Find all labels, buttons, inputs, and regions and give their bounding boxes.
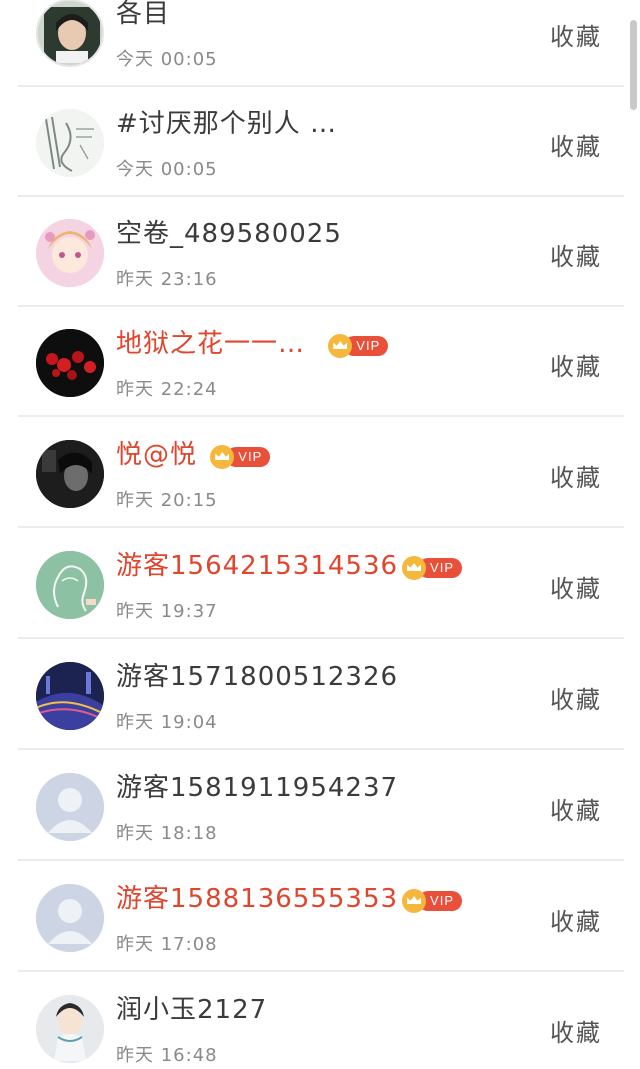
avatar[interactable] xyxy=(36,662,104,730)
default-avatar-icon xyxy=(36,884,104,952)
avatar[interactable] xyxy=(36,329,104,397)
timestamp: 昨天 18:18 xyxy=(116,823,218,844)
list-item[interactable]: 各目 今天 00:05 收藏 xyxy=(18,0,624,87)
avatar[interactable] xyxy=(36,995,104,1063)
timestamp: 昨天 16:48 xyxy=(116,1045,218,1066)
avatar-image xyxy=(38,1,102,65)
avatar-image xyxy=(36,995,104,1063)
timestamp: 昨天 23:16 xyxy=(116,269,218,290)
default-avatar-icon xyxy=(36,773,104,841)
list-item[interactable]: 游客1581911954237 昨天 18:18 收藏 xyxy=(18,751,624,861)
scrollbar[interactable] xyxy=(630,20,637,110)
list-item[interactable]: 游客1588136555353 VIP 昨天 17:08 收藏 xyxy=(18,862,624,972)
favorite-button[interactable]: 收藏 xyxy=(550,1013,602,1048)
timestamp: 昨天 17:08 xyxy=(116,934,218,955)
crown-icon xyxy=(402,556,427,580)
avatar[interactable] xyxy=(36,773,104,841)
list-item[interactable]: 游客1564215314536 VIP 昨天 19:37 收藏 xyxy=(18,529,624,639)
avatar[interactable] xyxy=(36,884,104,952)
list-item[interactable]: 润小玉2127 昨天 16:48 收藏 xyxy=(18,973,624,1069)
crown-icon xyxy=(402,889,427,913)
vip-badge: VIP xyxy=(402,553,463,580)
favorite-button[interactable]: 收藏 xyxy=(550,17,602,52)
list-item[interactable]: 悦@悦 VIP 昨天 20:15 收藏 xyxy=(18,418,624,528)
list-item[interactable]: #讨厌那个别人 … 今天 00:05 收藏 xyxy=(18,87,624,197)
favorites-list: 各目 今天 00:05 收藏 #讨厌那个别人 … 今天 00:05 收藏 空卷_… xyxy=(0,0,640,1069)
user-name: 游客1564215314536 VIP xyxy=(116,551,463,581)
timestamp: 昨天 19:04 xyxy=(116,712,218,733)
avatar-image xyxy=(36,109,104,177)
avatar-image xyxy=(36,329,104,397)
vip-badge: VIP xyxy=(328,331,389,358)
user-name: 游客1588136555353 VIP xyxy=(116,884,463,914)
avatar[interactable] xyxy=(36,0,104,67)
avatar-image xyxy=(36,662,104,730)
vip-badge: VIP xyxy=(210,442,271,469)
avatar[interactable] xyxy=(36,551,104,619)
avatar-image xyxy=(36,551,104,619)
user-name: 空卷_489580025 xyxy=(116,219,342,249)
favorite-button[interactable]: 收藏 xyxy=(550,680,602,715)
favorite-button[interactable]: 收藏 xyxy=(550,237,602,272)
user-name: #讨厌那个别人 … xyxy=(116,109,338,139)
user-name: 游客1571800512326 xyxy=(116,662,399,692)
timestamp: 今天 00:05 xyxy=(116,159,218,180)
avatar-image xyxy=(36,440,104,508)
avatar[interactable] xyxy=(36,109,104,177)
user-name-text: 悦@悦 xyxy=(116,440,198,470)
timestamp: 昨天 20:15 xyxy=(116,490,218,511)
user-name: 各目 xyxy=(116,0,171,29)
favorite-button[interactable]: 收藏 xyxy=(550,458,602,493)
user-name: 润小玉2127 xyxy=(116,995,268,1025)
timestamp: 今天 00:05 xyxy=(116,49,218,70)
user-name: 游客1581911954237 xyxy=(116,773,399,803)
timestamp: 昨天 22:24 xyxy=(116,379,218,400)
favorite-button[interactable]: 收藏 xyxy=(550,127,602,162)
list-item[interactable]: 游客1571800512326 昨天 19:04 收藏 xyxy=(18,640,624,750)
user-name-text: 游客1588136555353 xyxy=(116,884,399,914)
favorite-button[interactable]: 收藏 xyxy=(550,347,602,382)
favorite-button[interactable]: 收藏 xyxy=(550,569,602,604)
favorite-button[interactable]: 收藏 xyxy=(550,902,602,937)
user-name-text: 游客1564215314536 xyxy=(116,551,399,581)
list-item[interactable]: 地狱之花一一… VIP 昨天 22:24 收藏 xyxy=(18,307,624,417)
list-item[interactable]: 空卷_489580025 昨天 23:16 收藏 xyxy=(18,197,624,307)
timestamp: 昨天 19:37 xyxy=(116,601,218,622)
user-name: 悦@悦 VIP xyxy=(116,440,271,470)
avatar[interactable] xyxy=(36,440,104,508)
avatar[interactable] xyxy=(36,219,104,287)
favorite-button[interactable]: 收藏 xyxy=(550,791,602,826)
user-name-text: 地狱之花一一… xyxy=(116,329,306,359)
vip-badge: VIP xyxy=(402,886,463,913)
user-name: 地狱之花一一… VIP xyxy=(116,329,389,359)
avatar-image xyxy=(36,219,104,287)
